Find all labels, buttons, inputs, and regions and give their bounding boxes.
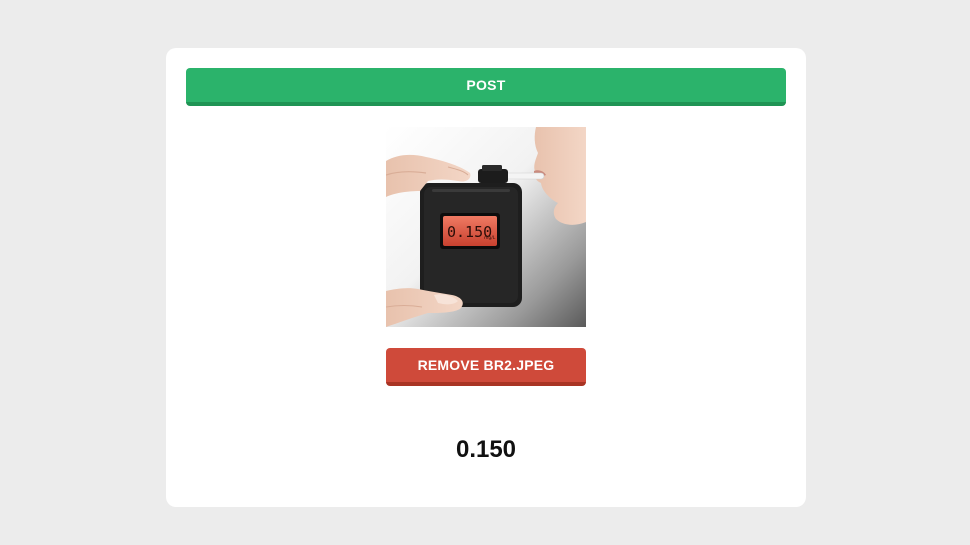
- post-button[interactable]: POST: [186, 68, 786, 106]
- lcd-unit: mg/L: [484, 235, 496, 241]
- upload-card: POST 0.150 mg/L REMOVE BR2.JPEG 0.150: [166, 48, 806, 507]
- breathalyzer-photo: 0.150 mg/L: [386, 127, 586, 327]
- remove-image-button[interactable]: REMOVE BR2.JPEG: [386, 348, 586, 386]
- reading-result: 0.150: [455, 436, 517, 463]
- uploaded-image-preview: 0.150 mg/L: [386, 127, 586, 327]
